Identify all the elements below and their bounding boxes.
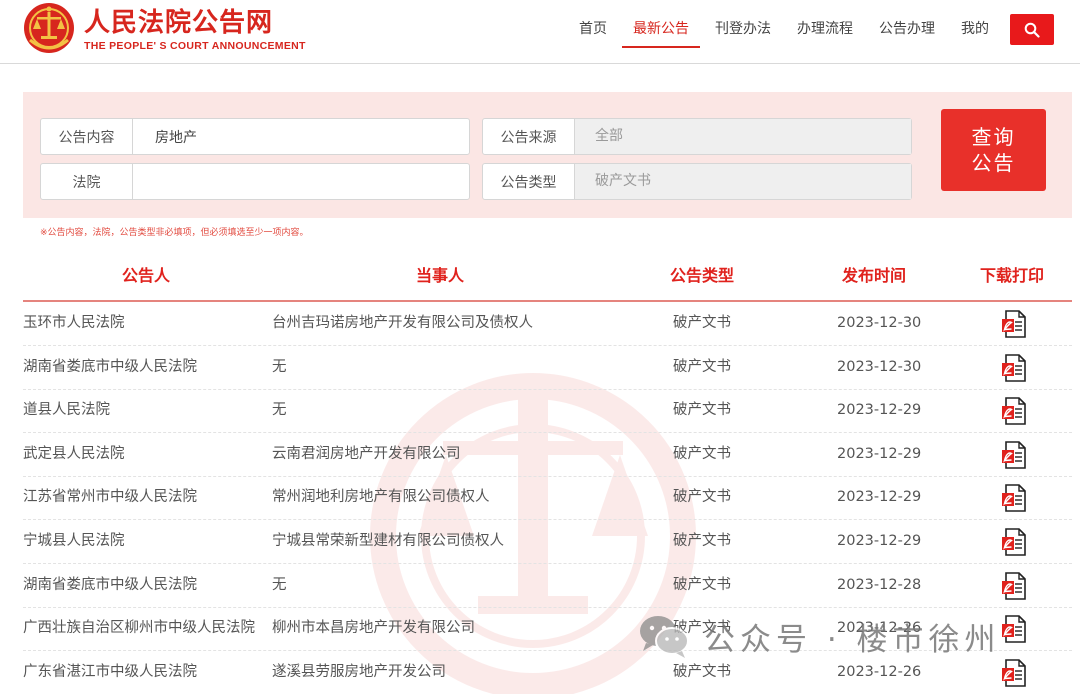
row-date: 2023-12-29 — [837, 445, 922, 462]
row-party: 云南君润房地产开发有限公司 — [272, 445, 461, 462]
content-input[interactable] — [133, 119, 469, 154]
th-download: 下载打印 — [980, 266, 1045, 285]
row-party: 宁城县常荣新型建材有限公司债权人 — [272, 533, 504, 549]
nav-publish-method[interactable]: 刊登办法 — [702, 0, 784, 60]
pdf-icon — [1002, 397, 1026, 425]
pdf-icon — [1002, 615, 1026, 643]
row-date: 2023-12-29 — [837, 402, 922, 419]
source-field: 公告来源 全部 — [482, 118, 912, 155]
search-icon — [1024, 22, 1040, 38]
table-row[interactable]: 武定县人民法院 云南君润房地产开发有限公司 破产文书 2023-12-29 — [23, 433, 1072, 477]
table-row[interactable]: 玉环市人民法院 台州吉玛诺房地产开发有限公司及债权人 破产文书 2023-12-… — [23, 302, 1072, 346]
nav-handle[interactable]: 公告办理 — [866, 0, 948, 60]
row-court[interactable]: 宁城县人民法院 — [23, 520, 271, 563]
court-label: 法院 — [41, 164, 133, 199]
th-announcer: 公告人 — [122, 266, 171, 285]
row-party: 遂溪县劳服房地产开发公司 — [272, 663, 446, 680]
row-date: 2023-12-30 — [837, 315, 922, 331]
table-row[interactable]: 宁城县人民法院 宁城县常荣新型建材有限公司债权人 破产文书 2023-12-29 — [23, 520, 1072, 564]
site-logo[interactable]: 人民法院公告网 THE PEOPLE' S COURT ANNOUNCEMENT — [22, 0, 322, 60]
query-button[interactable]: 查询 公告 — [941, 109, 1046, 191]
nav-latest[interactable]: 最新公告 — [620, 0, 702, 60]
type-field: 公告类型 破产文书 — [482, 163, 912, 200]
table-row[interactable]: 湖南省娄底市中级人民法院 无 破产文书 2023-12-28 — [23, 564, 1072, 608]
pdf-icon — [1002, 528, 1026, 556]
row-court[interactable]: 道县人民法院 — [23, 389, 271, 432]
table-row[interactable]: 湖南省娄底市中级人民法院 无 破产文书 2023-12-30 — [23, 346, 1072, 390]
row-court[interactable]: 玉环市人民法院 — [23, 302, 271, 345]
site-header: 人民法院公告网 THE PEOPLE' S COURT ANNOUNCEMENT… — [0, 0, 1080, 64]
row-date: 2023-12-30 — [837, 358, 922, 375]
query-button-line1: 查询 — [971, 125, 1016, 149]
row-date: 2023-12-29 — [837, 489, 922, 506]
site-subtitle: THE PEOPLE' S COURT ANNOUNCEMENT — [84, 40, 306, 52]
main-nav: 首页 最新公告 刊登办法 办理流程 公告办理 我的 — [566, 0, 1002, 60]
pdf-download-button[interactable] — [1001, 397, 1031, 425]
row-type: 破产文书 — [673, 445, 731, 462]
row-court[interactable]: 广东省湛江市中级人民法院 — [23, 651, 271, 694]
row-court[interactable]: 湖南省娄底市中级人民法院 — [23, 346, 271, 389]
row-party: 柳州市本昌房地产开发有限公司 — [272, 620, 475, 637]
row-court[interactable]: 江苏省常州市中级人民法院 — [23, 476, 271, 519]
pdf-download-button[interactable] — [1001, 528, 1031, 556]
row-party: 无 — [272, 402, 287, 419]
row-type: 破产文书 — [673, 533, 731, 549]
pdf-icon — [1002, 484, 1026, 513]
nav-mine[interactable]: 我的 — [948, 0, 1002, 60]
pdf-download-button[interactable] — [1001, 440, 1031, 469]
table-row[interactable]: 江苏省常州市中级人民法院 常州润地利房地产有限公司债权人 破产文书 2023-1… — [23, 476, 1072, 521]
pdf-download-button[interactable] — [1001, 615, 1031, 643]
type-select[interactable]: 破产文书 — [575, 164, 911, 199]
pdf-icon — [1002, 571, 1026, 600]
pdf-download-button[interactable] — [1001, 484, 1031, 513]
pdf-download-button[interactable] — [1001, 310, 1031, 338]
row-court[interactable]: 武定县人民法院 — [23, 433, 271, 476]
search-notice: ※公告内容，法院，公告类型非必填项，但必须填选至少一项内容。 — [40, 228, 309, 238]
pdf-icon — [1002, 353, 1026, 382]
row-court[interactable]: 湖南省娄底市中级人民法院 — [23, 564, 271, 607]
row-type: 破产文书 — [673, 358, 731, 375]
nav-process[interactable]: 办理流程 — [784, 0, 866, 60]
query-button-line2: 公告 — [971, 151, 1016, 175]
row-party: 无 — [272, 576, 287, 593]
source-select[interactable]: 全部 — [575, 119, 911, 154]
court-field: 法院 — [40, 163, 470, 200]
pdf-download-button[interactable] — [1001, 353, 1031, 382]
pdf-download-button[interactable] — [1001, 658, 1031, 687]
pdf-icon — [1002, 440, 1026, 469]
row-court[interactable]: 广西壮族自治区柳州市中级人民法院 — [23, 607, 271, 650]
search-panel: 公告内容 公告来源 全部 法院 公告类型 破产文书 查询 公告 — [23, 92, 1072, 218]
court-input[interactable] — [133, 164, 469, 199]
wechat-watermark: 公众号 · 楼市徐州 — [638, 608, 1001, 664]
content-label: 公告内容 — [41, 119, 133, 154]
pdf-icon — [1002, 658, 1026, 687]
source-label: 公告来源 — [483, 119, 575, 154]
site-title: 人民法院公告网 — [84, 8, 274, 38]
type-label: 公告类型 — [483, 164, 575, 199]
row-type: 破产文书 — [673, 576, 731, 593]
wechat-icon — [640, 616, 689, 658]
row-date: 2023-12-29 — [837, 533, 922, 549]
wechat-account-text: 公众号 · 楼市徐州 — [704, 621, 1001, 658]
nav-home[interactable]: 首页 — [566, 0, 620, 60]
row-type: 破产文书 — [673, 315, 731, 331]
row-party: 台州吉玛诺房地产开发有限公司及债权人 — [272, 315, 533, 331]
table-row[interactable]: 道县人民法院 无 破产文书 2023-12-29 — [23, 389, 1072, 434]
content-field: 公告内容 — [40, 118, 470, 155]
row-party: 无 — [272, 358, 287, 375]
row-type: 破产文书 — [673, 489, 731, 506]
row-date: 2023-12-28 — [837, 576, 922, 593]
pdf-download-button[interactable] — [1001, 571, 1031, 600]
header-search-button[interactable] — [1010, 14, 1054, 45]
row-party: 常州润地利房地产有限公司债权人 — [272, 489, 490, 506]
row-type: 破产文书 — [673, 402, 731, 419]
th-party: 当事人 — [416, 266, 465, 285]
th-date: 发布时间 — [842, 266, 907, 285]
th-type: 公告类型 — [670, 266, 735, 285]
pdf-icon — [1002, 310, 1026, 338]
court-emblem-icon — [24, 3, 74, 53]
